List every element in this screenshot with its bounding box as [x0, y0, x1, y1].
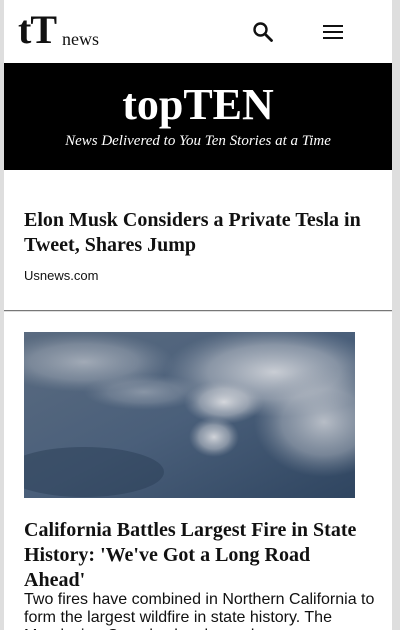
- hamburger-menu-icon[interactable]: [322, 23, 344, 41]
- top-bar: tT news: [4, 0, 392, 63]
- article-summary: Two fires have combined in Northern Cali…: [24, 591, 375, 630]
- hero-banner: topTEN News Delivered to You Ten Stories…: [4, 63, 392, 170]
- article-headline[interactable]: California Battles Largest Fire in State…: [24, 518, 374, 593]
- logo-wordmark[interactable]: news: [62, 30, 99, 48]
- banner-title: topTEN: [122, 80, 274, 129]
- wildfire-image: [24, 332, 355, 498]
- aerial-wildfire-smoke-photo[interactable]: [24, 332, 355, 498]
- logo-mark[interactable]: tT: [18, 10, 57, 50]
- article-card[interactable]: California Battles Largest Fire in State…: [4, 312, 392, 630]
- article-headline[interactable]: Elon Musk Considers a Private Tesla in T…: [24, 208, 374, 258]
- article-source: Usnews.com: [24, 268, 99, 283]
- search-icon[interactable]: [252, 21, 274, 43]
- article-card[interactable]: Elon Musk Considers a Private Tesla in T…: [4, 170, 392, 311]
- banner-tagline: News Delivered to You Ten Stories at a T…: [65, 133, 331, 149]
